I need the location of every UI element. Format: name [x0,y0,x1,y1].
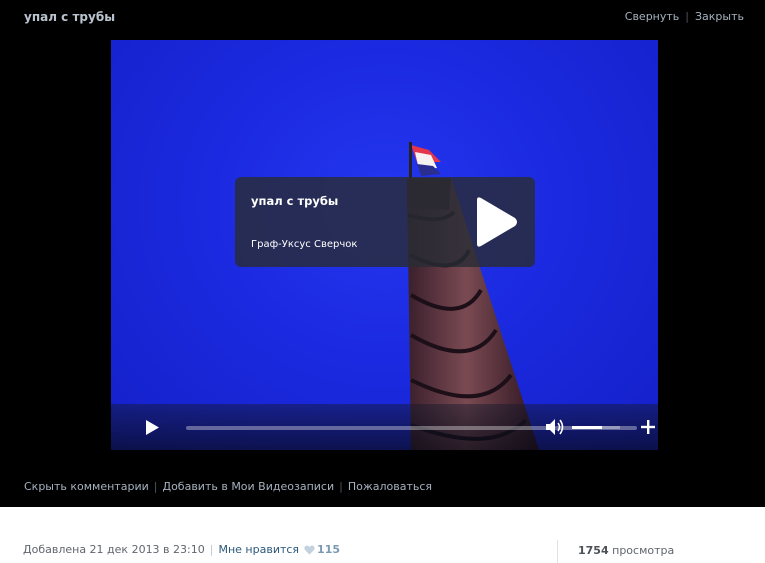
views-count: 1754 [578,544,609,557]
top-actions: Свернуть | Закрыть [625,10,744,23]
separator: | [153,480,158,493]
minimize-link[interactable]: Свернуть [625,10,680,23]
report-link[interactable]: Пожаловаться [348,480,432,493]
video-viewer-panel: упал с трубы Свернуть | Закрыть упал с т… [0,0,765,507]
volume-level [572,426,602,429]
video-info-overlay: упал с трубы Граф-Уксус Сверчок [235,177,535,267]
overlay-author-link[interactable]: Граф-Уксус Сверчок [251,239,357,250]
divider [557,540,558,563]
video-info-row: Добавлена 21 дек 2013 в 23:10 | Мне нравит… [23,543,340,556]
play-icon[interactable] [469,196,519,248]
plus-icon[interactable] [640,419,656,435]
volume-slider[interactable] [572,426,620,429]
views-counter: 1754 просмотра [578,544,674,557]
added-date: Добавлена 21 дек 2013 в 23:10 [23,543,205,556]
add-to-my-videos-link[interactable]: Добавить в Мои Видеозаписи [162,480,334,493]
like-link[interactable]: Мне нравится [218,543,299,556]
player-controls [111,404,658,450]
hide-comments-link[interactable]: Скрыть комментарии [24,480,149,493]
heart-icon[interactable] [304,545,315,555]
play-icon[interactable] [144,419,160,436]
like-count: 115 [317,543,341,556]
overlay-title: упал с трубы [251,194,339,208]
video-title: упал с трубы [24,10,116,24]
separator: | [339,480,343,493]
progress-bar[interactable] [186,426,637,430]
video-actions: Скрыть комментарии | Добавить в Мои Видеоз… [24,480,432,493]
separator: | [685,10,689,23]
video-player[interactable]: упал с трубы Граф-Уксус Сверчок [111,40,658,450]
volume-icon[interactable] [545,418,565,436]
views-label: просмотра [612,544,675,557]
close-link[interactable]: Закрыть [695,10,744,23]
separator: | [209,543,214,556]
